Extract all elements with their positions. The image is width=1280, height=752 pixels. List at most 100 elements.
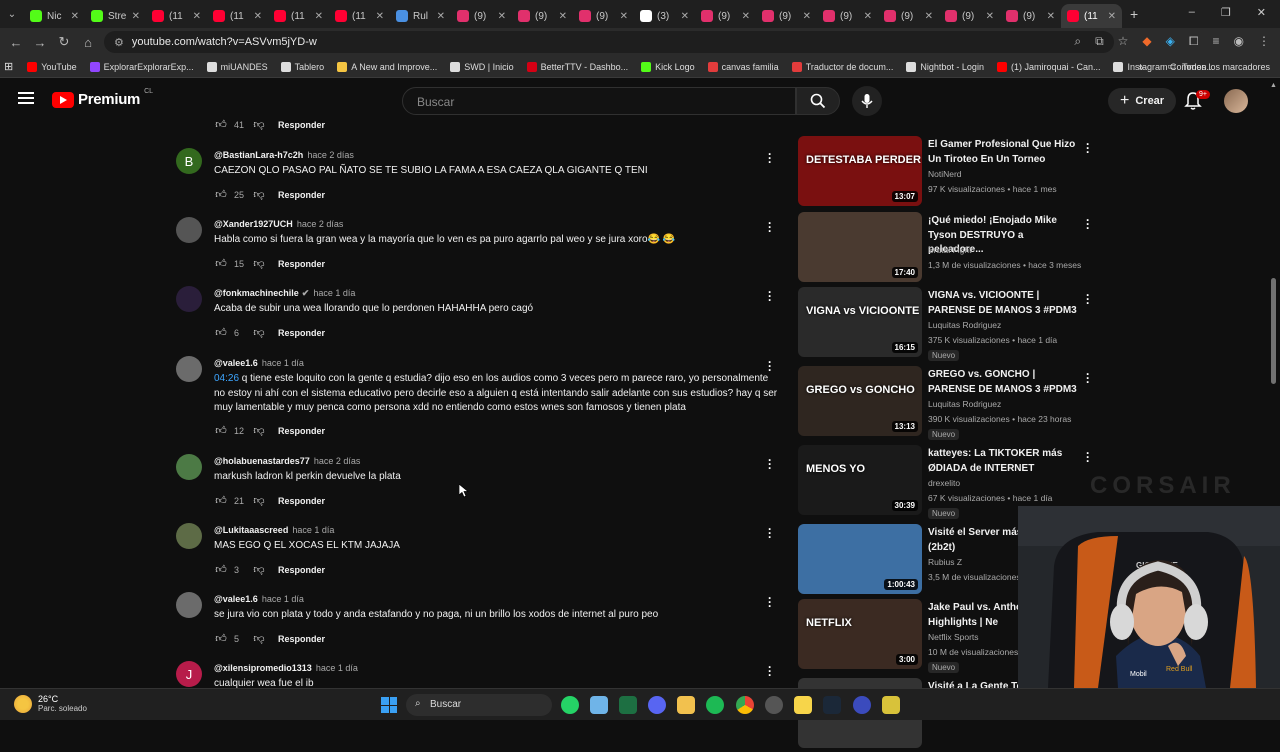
account-avatar[interactable] [1224, 89, 1248, 113]
comment-menu-icon[interactable]: · · · [768, 454, 774, 474]
browser-tab[interactable]: (9) ✕ [695, 4, 756, 28]
video-thumbnail[interactable]: DETESTABA PERDER 13:07 [798, 136, 922, 206]
video-menu-icon[interactable]: · · · [1086, 447, 1090, 467]
comment-author[interactable]: @xilensipromedio1313 [214, 663, 312, 673]
browser-tab[interactable]: Nic ✕ [24, 4, 85, 28]
comment-author[interactable]: @Xander1927UCH [214, 219, 293, 229]
minimize-icon[interactable]: – [1189, 6, 1195, 19]
tab-close-icon[interactable]: ✕ [132, 11, 140, 22]
browser-tab[interactable]: (9) ✕ [573, 4, 634, 28]
bookmark-item[interactable]: Nightbot - Login [906, 61, 984, 72]
weather-widget[interactable]: 26°C Parc. soleado [14, 694, 87, 713]
video-channel[interactable]: Netflix Sports [928, 632, 979, 642]
comment-author[interactable]: @Lukitaaascreed [214, 525, 288, 535]
tab-close-icon[interactable]: ✕ [254, 11, 262, 22]
comment-author[interactable]: @valee1.6 [214, 358, 258, 368]
install-icon[interactable]: ⧉ [1095, 34, 1104, 49]
comment-avatar[interactable] [176, 356, 202, 382]
comment-menu-icon[interactable]: · · · [768, 592, 774, 612]
media-icon[interactable]: ≡ [1213, 34, 1220, 49]
dislike-icon[interactable]: 👎︎ [252, 632, 266, 645]
excel-icon[interactable] [619, 696, 637, 714]
like-icon[interactable]: 👍︎ [214, 326, 228, 339]
tab-close-icon[interactable]: ✕ [1108, 11, 1116, 22]
browser-tab[interactable]: (11 ✕ [329, 4, 390, 28]
taskbar-search-input[interactable]: ⌕ Buscar [406, 694, 552, 716]
tab-close-icon[interactable]: ✕ [71, 11, 79, 22]
whatsapp-icon[interactable] [561, 696, 579, 714]
create-button[interactable]: + Crear [1108, 88, 1177, 114]
browser-tab[interactable]: (3) ✕ [634, 4, 695, 28]
browser-tab[interactable]: Rul ✕ [390, 4, 451, 28]
comment-time[interactable]: hace 1 día [316, 663, 358, 673]
video-thumbnail[interactable]: GREGO vs GONCHO 13:13 [798, 366, 922, 436]
reload-icon[interactable]: ↻ [52, 34, 76, 50]
browser-tab[interactable]: (11 ✕ [268, 4, 329, 28]
bookmark-item[interactable]: BetterTTV - Dashbo... [526, 61, 628, 72]
comment-time[interactable]: hace 1 día [292, 525, 334, 535]
comment-author[interactable]: @BastianLara-h7c2h [214, 150, 303, 160]
comment-avatar[interactable] [176, 217, 202, 243]
video-menu-icon[interactable]: · · · [1086, 214, 1090, 234]
settings-gear-icon[interactable] [765, 696, 783, 714]
comment-menu-icon[interactable]: · · · [768, 523, 774, 543]
like-icon[interactable]: 👍︎ [214, 632, 228, 645]
reply-button[interactable]: Responder [278, 190, 325, 200]
home-icon[interactable]: ⌂ [76, 35, 100, 50]
comment-menu-icon[interactable]: · · · [768, 356, 774, 376]
bookmark-star-icon[interactable]: ☆ [1118, 34, 1129, 49]
dislike-icon[interactable]: 👎︎ [252, 188, 266, 201]
tab-close-icon[interactable]: ✕ [376, 11, 384, 22]
like-icon[interactable]: 👍︎ [214, 118, 228, 131]
app-icon[interactable] [853, 696, 871, 714]
notepad-icon[interactable] [590, 696, 608, 714]
comment-menu-icon[interactable]: · · · [768, 661, 774, 681]
bookmarks-overflow-icon[interactable]: » [1138, 62, 1143, 72]
dislike-icon[interactable]: 👎︎ [252, 118, 266, 131]
profile-icon[interactable]: ◉ [1234, 34, 1244, 49]
video-menu-icon[interactable]: · · · [1086, 289, 1090, 309]
bookmark-item[interactable]: SWD | Inicio [450, 61, 514, 72]
tab-close-icon[interactable]: ✕ [193, 11, 201, 22]
video-channel[interactable]: Luquitas Rodriguez [928, 399, 1001, 409]
zoom-icon[interactable]: ⌕ [1074, 34, 1081, 49]
tab-close-icon[interactable]: ✕ [742, 11, 750, 22]
related-video[interactable]: GREGO vs GONCHO 13:13 GREGO vs. GONCHO | P… [798, 366, 1098, 440]
reply-button[interactable]: Responder [278, 565, 325, 575]
comment-avatar[interactable]: J [176, 661, 202, 687]
restore-icon[interactable]: ❐ [1221, 6, 1231, 19]
tab-close-icon[interactable]: ✕ [803, 11, 811, 22]
comment-menu-icon[interactable]: · · · [768, 286, 774, 306]
tab-list-chevron-icon[interactable]: ⌄ [0, 9, 24, 20]
tab-close-icon[interactable]: ✕ [559, 11, 567, 22]
forward-icon[interactable]: → [28, 35, 52, 50]
comment-time[interactable]: hace 1 día [262, 358, 304, 368]
video-thumbnail[interactable]: MENOS YO 30:39 [798, 445, 922, 515]
video-thumbnail[interactable]: 1:00:43 [798, 524, 922, 594]
comment-author[interactable]: @fonkmachinechile [214, 288, 299, 298]
comment-time[interactable]: hace 1 día [313, 288, 355, 298]
apps-grid-icon[interactable]: ⊞ [4, 60, 13, 73]
browser-tab[interactable]: (9) ✕ [756, 4, 817, 28]
bookmark-item[interactable]: Traductor de docum... [791, 61, 893, 72]
menu-kebab-icon[interactable]: ⋮ [1258, 34, 1270, 49]
comment-avatar[interactable] [176, 286, 202, 312]
browser-tab[interactable]: Stre ✕ [85, 4, 146, 28]
related-video[interactable]: DETESTABA PERDER 13:07 El Gamer Profesiona… [798, 136, 1098, 210]
reply-button[interactable]: Responder [278, 120, 325, 130]
video-menu-icon[interactable]: · · · [1086, 138, 1090, 158]
dislike-icon[interactable]: 👎︎ [252, 424, 266, 437]
spotify-icon[interactable] [706, 696, 724, 714]
browser-tab[interactable]: (11 ✕ [146, 4, 207, 28]
video-channel[interactable]: Brutal Fight [928, 245, 971, 255]
tab-close-icon[interactable]: ✕ [1047, 11, 1055, 22]
bookmark-item[interactable]: Kick Logo [641, 61, 695, 72]
scrollbar-thumb[interactable] [1271, 278, 1276, 384]
like-icon[interactable]: 👍︎ [214, 424, 228, 437]
scroll-up-arrow-icon[interactable]: ▲ [1270, 82, 1277, 89]
url-field[interactable]: ⚙ youtube.com/watch?v=ASVvm5jYD-w [104, 31, 1114, 53]
comment-menu-icon[interactable]: · · · [768, 148, 774, 168]
like-icon[interactable]: 👍︎ [214, 257, 228, 270]
discord-icon[interactable] [648, 696, 666, 714]
bookmark-item[interactable]: Tablero [280, 61, 324, 72]
